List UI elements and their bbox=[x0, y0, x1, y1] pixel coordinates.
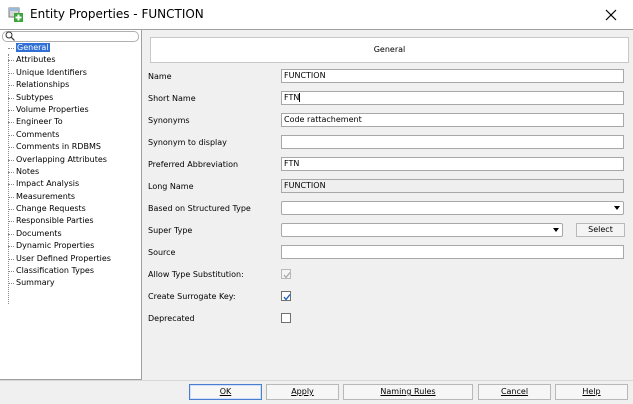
apply-button[interactable]: Apply bbox=[266, 384, 339, 400]
create-surrogate-key-checkbox[interactable] bbox=[281, 291, 291, 301]
tree-item-volume-properties[interactable]: Volume Properties bbox=[0, 104, 140, 116]
tree-item-user-defined-properties[interactable]: User Defined Properties bbox=[0, 253, 140, 265]
select-button[interactable]: Select bbox=[576, 223, 625, 237]
naming-rules-button[interactable]: Naming Rules bbox=[343, 384, 473, 400]
synonyms-label: Synonyms bbox=[148, 116, 190, 125]
preferred-abbreviation-label: Preferred Abbreviation bbox=[148, 160, 239, 169]
entity-icon bbox=[8, 7, 24, 23]
title-bar: Entity Properties - FUNCTION bbox=[0, 0, 633, 30]
structured-type-select[interactable] bbox=[281, 201, 624, 215]
tree-item-relationships[interactable]: Relationships bbox=[0, 79, 140, 91]
structured-type-label: Based on Structured Type bbox=[148, 204, 251, 213]
section-header-general: General bbox=[150, 37, 629, 63]
tree-item-attributes[interactable]: Attributes bbox=[0, 54, 140, 66]
close-icon bbox=[605, 9, 617, 21]
tree-item-summary[interactable]: Summary bbox=[0, 277, 140, 289]
dropdown-arrow-icon bbox=[614, 206, 620, 210]
tree-item-documents[interactable]: Documents bbox=[0, 228, 140, 240]
preferred-abbreviation-field[interactable]: FTN bbox=[281, 157, 624, 171]
help-button[interactable]: Help bbox=[555, 384, 628, 400]
long-name-field: FUNCTION bbox=[281, 179, 624, 193]
check-icon bbox=[283, 294, 291, 301]
tree-item-notes[interactable]: Notes bbox=[0, 166, 140, 178]
search-icon bbox=[5, 31, 15, 41]
dialog-button-bar: OK Apply Naming Rules Cancel Help bbox=[0, 380, 633, 404]
synonym-to-display-label: Synonym to display bbox=[148, 138, 227, 147]
property-tree: General Attributes Unique Identifiers Re… bbox=[0, 42, 140, 304]
synonym-to-display-field[interactable] bbox=[281, 135, 624, 149]
name-label: Name bbox=[148, 72, 172, 81]
tree-item-comments-in-rdbms[interactable]: Comments in RDBMS bbox=[0, 141, 140, 153]
ok-button[interactable]: OK bbox=[189, 384, 262, 400]
tree-item-impact-analysis[interactable]: Impact Analysis bbox=[0, 178, 140, 190]
window-title: Entity Properties - FUNCTION bbox=[30, 7, 204, 21]
tree-item-subtypes[interactable]: Subtypes bbox=[0, 92, 140, 104]
tree-item-overlapping-attributes[interactable]: Overlapping Attributes bbox=[0, 154, 140, 166]
close-button[interactable] bbox=[597, 2, 625, 28]
check-icon bbox=[283, 272, 291, 279]
long-name-label: Long Name bbox=[148, 182, 194, 191]
short-name-label: Short Name bbox=[148, 94, 196, 103]
source-label: Source bbox=[148, 248, 176, 257]
tree-item-measurements[interactable]: Measurements bbox=[0, 191, 140, 203]
super-type-select[interactable] bbox=[281, 223, 563, 237]
cancel-button[interactable]: Cancel bbox=[478, 384, 551, 400]
general-properties-panel: General Name FUNCTION Short Name FTN Syn… bbox=[142, 29, 633, 380]
allow-type-substitution-checkbox bbox=[281, 269, 291, 279]
source-field[interactable] bbox=[281, 245, 624, 259]
tree-item-general[interactable]: General bbox=[0, 42, 140, 54]
tree-item-unique-identifiers[interactable]: Unique Identifiers bbox=[0, 67, 140, 79]
property-tree-panel: General Attributes Unique Identifiers Re… bbox=[0, 29, 142, 380]
super-type-label: Super Type bbox=[148, 226, 193, 235]
text-caret bbox=[299, 93, 301, 102]
allow-type-substitution-label: Allow Type Substitution: bbox=[148, 270, 244, 279]
deprecated-checkbox[interactable] bbox=[281, 313, 291, 323]
tree-item-classification-types[interactable]: Classification Types bbox=[0, 265, 140, 277]
tree-search-input[interactable] bbox=[2, 31, 139, 42]
tree-item-engineer-to[interactable]: Engineer To bbox=[0, 116, 140, 128]
name-field[interactable]: FUNCTION bbox=[281, 69, 624, 83]
create-surrogate-key-label: Create Surrogate Key: bbox=[148, 292, 236, 301]
deprecated-label: Deprecated bbox=[148, 314, 195, 323]
tree-item-dynamic-properties[interactable]: Dynamic Properties bbox=[0, 240, 140, 252]
tree-item-change-requests[interactable]: Change Requests bbox=[0, 203, 140, 215]
synonyms-field[interactable]: Code rattachement bbox=[281, 113, 624, 127]
tree-item-comments[interactable]: Comments bbox=[0, 129, 140, 141]
short-name-field[interactable]: FTN bbox=[281, 91, 624, 105]
short-name-value: FTN bbox=[284, 93, 300, 102]
dropdown-arrow-icon bbox=[553, 228, 559, 232]
tree-item-responsible-parties[interactable]: Responsible Parties bbox=[0, 215, 140, 227]
